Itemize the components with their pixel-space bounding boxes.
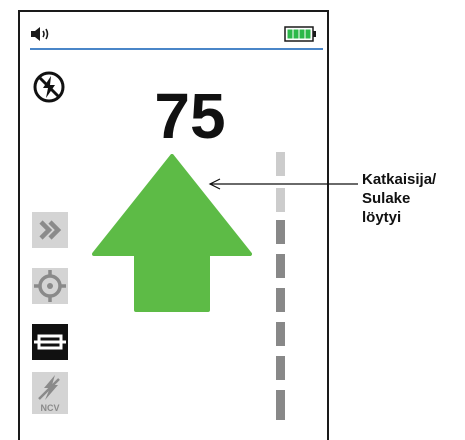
- target-button[interactable]: [32, 268, 68, 304]
- signal-segment: [276, 356, 285, 380]
- no-power-icon: [33, 71, 65, 103]
- voltage-reading: 75: [154, 80, 226, 152]
- ncv-icon: NCV: [38, 375, 60, 413]
- callout-line: löytyi: [362, 209, 402, 226]
- signal-segment: [276, 152, 285, 176]
- speaker-volume-icon[interactable]: [30, 26, 52, 42]
- device-screen: 75 NCV: [18, 10, 329, 440]
- signal-segment: [276, 254, 285, 278]
- callout-pointer: [208, 178, 358, 190]
- fuse-button[interactable]: [32, 324, 68, 360]
- callout-label: Katkaisija/ Sulake löytyi: [362, 170, 462, 227]
- ncv-button[interactable]: NCV: [32, 372, 68, 414]
- signal-segment: [276, 390, 285, 420]
- signal-segment: [276, 220, 285, 244]
- signal-segment: [276, 322, 285, 346]
- battery-full-icon: [284, 26, 316, 42]
- signal-segment: [276, 188, 285, 212]
- target-crosshair-icon: [34, 270, 66, 302]
- fast-forward-button[interactable]: [32, 212, 68, 248]
- fast-forward-icon: [39, 220, 62, 240]
- callout-line: Sulake: [362, 190, 411, 207]
- callout-line: Katkaisija/: [362, 171, 437, 188]
- fuse-icon: [34, 334, 66, 350]
- ncv-label: NCV: [40, 403, 59, 413]
- status-divider: [30, 48, 323, 50]
- signal-segment: [276, 288, 285, 312]
